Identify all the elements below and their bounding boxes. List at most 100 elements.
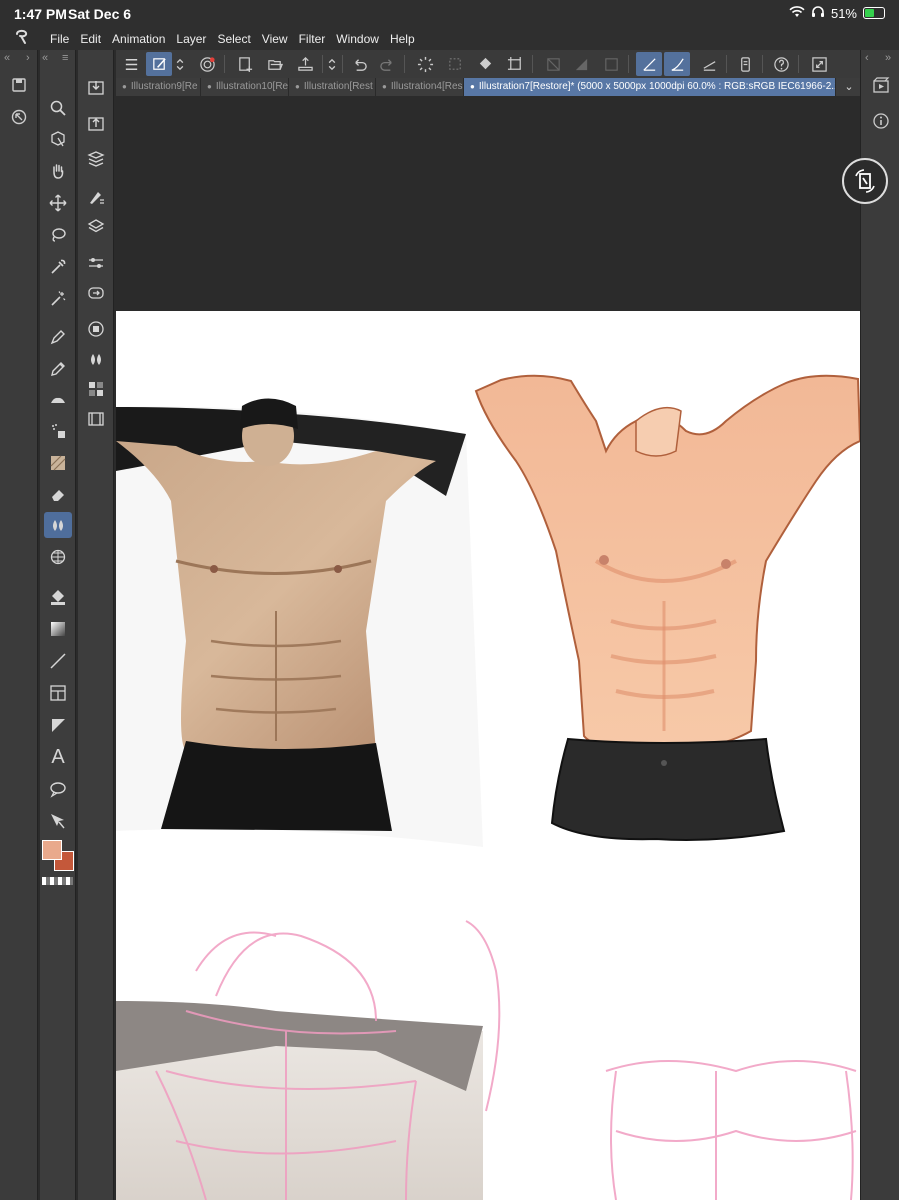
color-wheel-icon[interactable] <box>82 316 110 342</box>
text-icon[interactable]: A <box>44 744 72 770</box>
menu-icon[interactable] <box>118 52 144 76</box>
transparent-color-swatch[interactable] <box>42 877 73 885</box>
correct-line-icon[interactable] <box>44 808 72 834</box>
stabilizer-icon[interactable] <box>636 52 662 76</box>
eraser-icon[interactable] <box>44 482 72 508</box>
menu-window[interactable]: Window <box>336 32 389 46</box>
fill-selection-icon[interactable] <box>472 52 498 76</box>
open-icon[interactable] <box>262 52 288 76</box>
brush-icon[interactable] <box>44 386 72 412</box>
fill-icon[interactable] <box>44 584 72 610</box>
move-icon[interactable] <box>44 190 72 216</box>
fullscreen-icon[interactable] <box>806 52 832 76</box>
timeline-icon[interactable] <box>82 406 110 432</box>
record-icon[interactable] <box>194 52 220 76</box>
blend-icon[interactable] <box>44 512 72 538</box>
tool-palette: « ≡ A <box>40 50 76 1200</box>
battery-icon <box>863 7 885 19</box>
frame-icon[interactable] <box>44 680 72 706</box>
headphones-icon <box>811 5 825 21</box>
touch-gesture-icon[interactable] <box>5 104 33 130</box>
animation-cels-icon[interactable] <box>867 72 895 98</box>
ruler-icon[interactable] <box>44 712 72 738</box>
line-icon[interactable] <box>44 648 72 674</box>
brush-settings-icon[interactable] <box>82 184 110 210</box>
pen-icon[interactable] <box>44 324 72 350</box>
pen-pressure-icon[interactable] <box>664 52 690 76</box>
info-icon[interactable] <box>867 108 895 134</box>
color-mix-icon[interactable] <box>82 346 110 372</box>
expand-right-icon[interactable]: › <box>26 52 30 64</box>
layers-icon[interactable] <box>82 214 110 240</box>
menu-help[interactable]: Help <box>390 32 425 46</box>
tool-menu-icon[interactable]: ≡ <box>62 52 68 64</box>
loading-icon[interactable] <box>412 52 438 76</box>
color-set-icon[interactable] <box>82 376 110 402</box>
gradient-icon[interactable] <box>44 616 72 642</box>
main-color-swatch[interactable] <box>42 840 62 860</box>
lasso-icon[interactable] <box>44 222 72 248</box>
expand-left-icon[interactable]: » <box>885 52 891 64</box>
save-icon[interactable] <box>5 72 33 98</box>
left-rail: « › <box>0 50 38 1200</box>
snap-ruler-icon[interactable] <box>568 52 594 76</box>
transform-icon[interactable] <box>502 52 528 76</box>
status-right: 51% <box>789 5 885 21</box>
undo-icon[interactable] <box>346 52 372 76</box>
tab-illustration9[interactable]: ● Illustration9[Re <box>116 78 201 96</box>
tool-property-icon[interactable] <box>82 250 110 276</box>
snap-grid-icon[interactable] <box>598 52 624 76</box>
zoom-icon[interactable] <box>44 95 72 121</box>
canvas-area[interactable] <box>116 96 888 1200</box>
collapse-right-icon[interactable]: ‹ <box>865 52 869 64</box>
menu-animation[interactable]: Animation <box>112 32 175 46</box>
help-icon[interactable] <box>768 52 794 76</box>
menu-filter[interactable]: Filter <box>299 32 336 46</box>
edit-mode-icon[interactable] <box>146 52 172 76</box>
right-rail: ‹ » <box>860 50 899 1200</box>
status-time: 1:47 PM <box>14 6 67 22</box>
decoration-icon[interactable] <box>44 450 72 476</box>
sub-tool-palette <box>78 50 114 1200</box>
menu-bar: File Edit Animation Layer Select View Fi… <box>0 28 899 50</box>
mesh-transform-icon[interactable] <box>44 544 72 570</box>
collapse-left-icon[interactable]: « <box>4 52 10 64</box>
redo-icon[interactable] <box>374 52 400 76</box>
drawn-torso <box>474 374 860 841</box>
tab-illustration10[interactable]: ● Illustration10[Re <box>201 78 289 96</box>
tab-illustration4[interactable]: ● Illustration4[Res <box>376 78 464 96</box>
export-icon[interactable] <box>82 110 110 136</box>
app-logo-icon[interactable] <box>0 29 50 50</box>
object-select-icon[interactable] <box>44 126 72 152</box>
pencil-icon[interactable] <box>44 356 72 382</box>
mode-switch-icon[interactable] <box>172 52 188 76</box>
material-icon[interactable] <box>82 146 110 172</box>
tab-illustration[interactable]: ● Illustration[Rest <box>289 78 376 96</box>
new-canvas-icon[interactable] <box>232 52 258 76</box>
menu-file[interactable]: File <box>50 32 79 46</box>
companion-icon[interactable] <box>732 52 758 76</box>
snap-off-icon[interactable] <box>540 52 566 76</box>
pressure-curve-icon[interactable] <box>696 52 722 76</box>
deselect-icon[interactable] <box>442 52 468 76</box>
menu-view[interactable]: View <box>262 32 298 46</box>
file-switch-icon[interactable] <box>324 52 340 76</box>
eyedropper-icon[interactable] <box>44 254 72 280</box>
import-icon[interactable] <box>82 74 110 100</box>
chevron-down-icon[interactable]: ⌄ <box>838 78 860 96</box>
menu-layer[interactable]: Layer <box>176 32 216 46</box>
canvas-paper[interactable] <box>116 311 860 1200</box>
airbrush-icon[interactable] <box>44 418 72 444</box>
canvas-tabs: ● Illustration9[Re ● Illustration10[Re ● Il… <box>116 78 860 96</box>
navigator-icon[interactable] <box>82 280 110 306</box>
collapse-tools-icon[interactable]: « <box>42 52 48 64</box>
share-icon[interactable] <box>292 52 318 76</box>
canvas-artwork <box>116 374 860 1200</box>
balloon-icon[interactable] <box>44 776 72 802</box>
tab-illustration7[interactable]: ● Illustration7[Restore]* (5000 x 5000px … <box>464 78 836 96</box>
magic-wand-icon[interactable] <box>44 286 72 312</box>
menu-edit[interactable]: Edit <box>80 32 111 46</box>
hand-icon[interactable] <box>44 158 72 184</box>
menu-select[interactable]: Select <box>217 32 260 46</box>
status-bar: 1:47 PM Sat Dec 6 51% <box>0 0 899 28</box>
